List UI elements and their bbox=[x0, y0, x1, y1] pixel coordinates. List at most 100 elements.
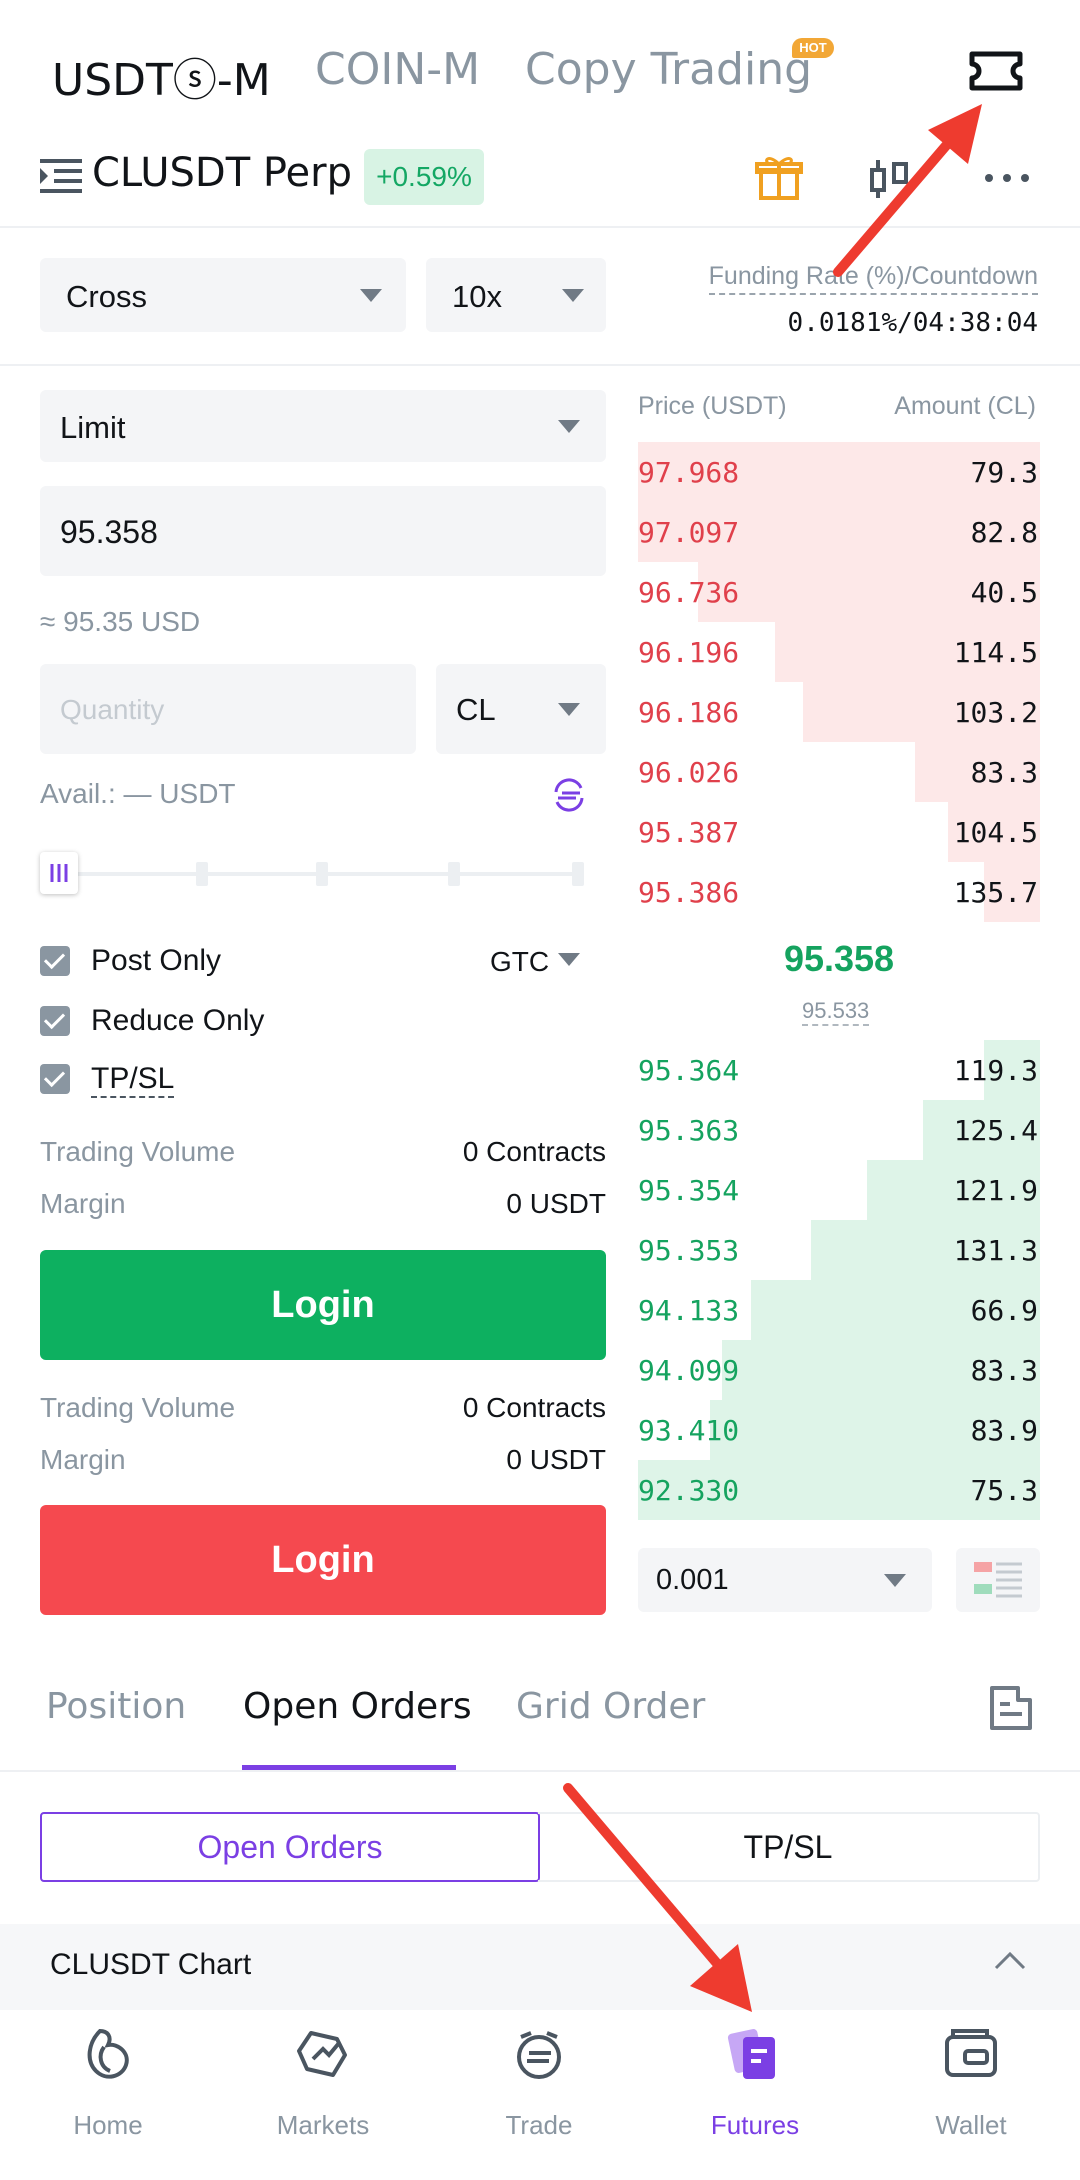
ask-row[interactable]: 95.386 135.7 bbox=[638, 862, 1040, 922]
tabs-divider bbox=[0, 1770, 1080, 1772]
chart-bar[interactable]: CLUSDT Chart bbox=[0, 1924, 1080, 2010]
ask-amount: 83.3 bbox=[970, 756, 1038, 789]
order-history-icon[interactable] bbox=[988, 1684, 1034, 1732]
bid-amount: 66.9 bbox=[970, 1294, 1038, 1327]
ask-amount: 79.3 bbox=[970, 456, 1038, 489]
price-input-value: 95.358 bbox=[60, 514, 158, 550]
buy-login-button[interactable]: Login bbox=[40, 1250, 606, 1360]
ask-row[interactable]: 96.736 40.5 bbox=[638, 562, 1040, 622]
slider-handle[interactable] bbox=[40, 852, 78, 894]
price-change-badge: +0.59% bbox=[364, 149, 484, 205]
bid-row[interactable]: 95.364 119.3 bbox=[638, 1040, 1040, 1100]
order-type-value: Limit bbox=[60, 410, 126, 445]
tab-copy-trading[interactable]: Copy Trading bbox=[525, 44, 812, 95]
orderbook-layout-button[interactable] bbox=[956, 1548, 1040, 1612]
ask-amount: 135.7 bbox=[953, 876, 1038, 909]
leverage-select[interactable]: 10x bbox=[426, 258, 606, 332]
tab-open-orders[interactable]: Open Orders bbox=[243, 1686, 472, 1727]
sell-volume-value: 0 Contracts bbox=[462, 1392, 606, 1423]
bid-amount: 125.4 bbox=[953, 1114, 1038, 1147]
bid-amount: 119.3 bbox=[953, 1054, 1038, 1087]
bid-row[interactable]: 95.363 125.4 bbox=[638, 1100, 1040, 1160]
sell-login-button[interactable]: Login bbox=[40, 1505, 606, 1615]
nav-wallet-label: Wallet bbox=[935, 2110, 1007, 2140]
slider-tick bbox=[196, 862, 208, 886]
ask-price: 95.387 bbox=[638, 816, 740, 849]
chevron-down-icon bbox=[360, 289, 382, 302]
leverage-value: 10x bbox=[452, 279, 502, 314]
symbol-name[interactable]: CLUSDT Perp bbox=[92, 150, 352, 196]
subtab-open-orders[interactable]: Open Orders bbox=[40, 1812, 540, 1882]
bid-amount: 75.3 bbox=[970, 1474, 1038, 1507]
ask-row[interactable]: 97.968 79.3 bbox=[638, 442, 1040, 502]
ask-row[interactable]: 97.097 82.8 bbox=[638, 502, 1040, 562]
tpsl-label[interactable]: TP/SL bbox=[91, 1062, 175, 1098]
funding-rate-value: 0.0181%/04:38:04 bbox=[787, 308, 1038, 338]
tab-coin-m[interactable]: COIN-M bbox=[315, 44, 480, 95]
post-only-label: Post Only bbox=[91, 944, 222, 977]
buy-margin-value: 0 USDT bbox=[506, 1188, 606, 1219]
home-icon bbox=[87, 2028, 129, 2079]
annotation-arrow-ticket bbox=[833, 104, 982, 277]
bid-amount: 121.9 bbox=[953, 1174, 1038, 1207]
margin-mode-select[interactable]: Cross bbox=[40, 258, 406, 332]
tab-position[interactable]: Position bbox=[46, 1686, 186, 1727]
sell-volume-label: Trading Volume bbox=[40, 1392, 236, 1423]
nav-home[interactable]: Home bbox=[28, 2010, 188, 2160]
chevron-down-icon bbox=[558, 953, 580, 966]
gift-icon[interactable] bbox=[755, 152, 803, 202]
reduce-only-checkbox[interactable] bbox=[40, 1006, 70, 1036]
bid-row[interactable]: 94.099 83.3 bbox=[638, 1340, 1040, 1400]
buy-volume-label: Trading Volume bbox=[40, 1136, 236, 1167]
bid-amount: 131.3 bbox=[953, 1234, 1038, 1267]
usd-equivalent: ≈ 95.35 USD bbox=[40, 606, 201, 637]
order-type-select[interactable]: Limit bbox=[40, 390, 606, 462]
bid-row[interactable]: 95.353 131.3 bbox=[638, 1220, 1040, 1280]
last-price[interactable]: 95.358 bbox=[638, 938, 1040, 980]
price-input[interactable]: 95.358 bbox=[40, 486, 606, 576]
bid-row[interactable]: 93.410 83.9 bbox=[638, 1400, 1040, 1460]
ask-row[interactable]: 96.026 83.3 bbox=[638, 742, 1040, 802]
chevron-down-icon bbox=[562, 289, 584, 302]
wallet-icon bbox=[945, 2029, 997, 2077]
slider-tick bbox=[316, 862, 328, 886]
buy-volume-value: 0 Contracts bbox=[462, 1136, 606, 1167]
bid-row[interactable]: 94.133 66.9 bbox=[638, 1280, 1040, 1340]
quantity-placeholder: Quantity bbox=[60, 694, 165, 725]
precision-select[interactable]: 0.001 bbox=[638, 1548, 932, 1612]
transfer-icon[interactable] bbox=[550, 776, 588, 814]
quantity-input[interactable]: Quantity bbox=[40, 664, 416, 754]
post-only-checkbox[interactable] bbox=[40, 946, 70, 976]
tab-grid-order[interactable]: Grid Order bbox=[516, 1686, 705, 1727]
bid-row[interactable]: 95.354 121.9 bbox=[638, 1160, 1040, 1220]
tpsl-checkbox[interactable] bbox=[40, 1064, 70, 1094]
ask-row[interactable]: 96.186 103.2 bbox=[638, 682, 1040, 742]
bid-price: 94.099 bbox=[638, 1354, 740, 1387]
nav-wallet[interactable]: Wallet bbox=[891, 2010, 1051, 2160]
menu-drawer-icon[interactable] bbox=[40, 156, 82, 198]
slider-tick bbox=[448, 862, 460, 886]
chevron-down-icon bbox=[558, 703, 580, 716]
ask-amount: 82.8 bbox=[970, 516, 1038, 549]
nav-markets-label: Markets bbox=[276, 2110, 370, 2140]
quantity-unit-select[interactable]: CL bbox=[436, 664, 606, 754]
annotation-arrow-futures bbox=[563, 1783, 752, 2012]
bid-price: 92.330 bbox=[638, 1474, 740, 1507]
ticket-icon[interactable] bbox=[966, 48, 1026, 94]
bid-amount: 83.3 bbox=[970, 1354, 1038, 1387]
sell-margin-label: Margin bbox=[40, 1444, 126, 1475]
ask-price: 97.097 bbox=[638, 516, 740, 549]
ask-price: 96.186 bbox=[638, 696, 740, 729]
ask-price: 95.386 bbox=[638, 876, 740, 909]
tab-usdt-m[interactable]: USDTⓢ-M bbox=[52, 44, 271, 108]
bid-price: 95.363 bbox=[638, 1114, 740, 1147]
nav-futures-label: Futures bbox=[710, 2110, 800, 2140]
nav-markets[interactable]: Markets bbox=[243, 2010, 403, 2160]
ask-row[interactable]: 95.387 104.5 bbox=[638, 802, 1040, 862]
ask-price: 97.968 bbox=[638, 456, 740, 489]
chart-bar-label: CLUSDT Chart bbox=[50, 1948, 252, 1981]
bid-row[interactable]: 92.330 75.3 bbox=[638, 1460, 1040, 1520]
ask-row[interactable]: 96.196 114.5 bbox=[638, 622, 1040, 682]
mark-price[interactable]: 95.533 bbox=[802, 998, 870, 1026]
tif-select[interactable]: GTC bbox=[490, 946, 549, 978]
